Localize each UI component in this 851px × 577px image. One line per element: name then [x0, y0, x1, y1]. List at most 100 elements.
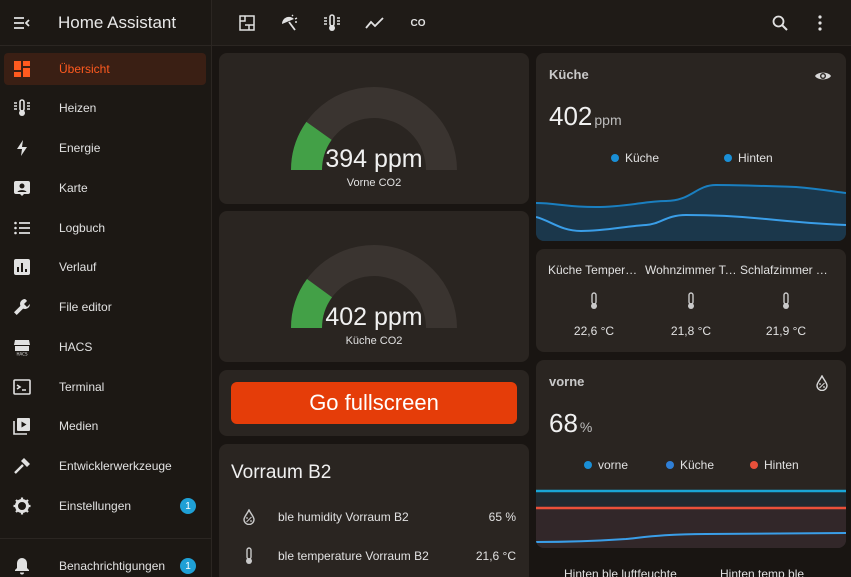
glance-value: 22,6 °C [573, 324, 615, 338]
sensor-history-graph [536, 183, 846, 241]
sidebar-item-label: Karte [59, 181, 88, 195]
floor-plan-icon[interactable] [232, 8, 262, 38]
entities-card-vorraum-b2: Vorraum B2 ble humidity Vorraum B2 65 % … [219, 444, 529, 577]
bell-icon [4, 550, 40, 577]
sidebar-item-label: Benachrichtigungen [59, 559, 166, 573]
account-box-icon [4, 172, 40, 204]
sidebar-item-medien[interactable]: Medien [4, 410, 206, 442]
legend-item-vorne[interactable]: vorne [584, 458, 628, 472]
thermometer-lines-icon [4, 92, 40, 124]
glance-item-schlafzimmer-temperatur[interactable]: Schlafzimmer Temperatur 21,9 °C [738, 249, 834, 339]
dashboard-icon [4, 53, 40, 85]
glance-item-kueche-temperatur[interactable]: Küche Temperatur 22,6 °C [546, 249, 642, 339]
sidebar-item-uebersicht[interactable]: Übersicht [4, 53, 206, 85]
sensor-value: 402 ppm [549, 101, 622, 131]
sidebar-item-karte[interactable]: Karte [4, 172, 206, 204]
toolbar: CO [212, 0, 851, 46]
hammer-icon [4, 450, 40, 482]
entity-name: ble humidity Vorraum B2 [278, 510, 409, 524]
legend-item-kueche[interactable]: Küche [666, 458, 714, 472]
sidebar-item-label: Terminal [59, 380, 105, 394]
search-icon[interactable] [765, 8, 795, 38]
sidebar-item-label: Logbuch [59, 221, 106, 235]
sensor-card-vorne[interactable]: vorne 68% vorne Küche Hinten [536, 360, 846, 548]
sidebar-item-label: Heizen [59, 101, 97, 115]
weather-icon[interactable] [274, 8, 304, 38]
menu-toggle-icon[interactable] [0, 0, 44, 46]
sidebar-item-terminal[interactable]: Terminal [4, 371, 206, 403]
sidebar-item-entwicklerwerkzeuge[interactable]: Entwicklerwerkzeuge [4, 450, 206, 482]
sensor-card-kueche[interactable]: Küche 402 ppm Küche Hinten [536, 53, 846, 241]
console-icon [4, 371, 40, 403]
sensor-history-graph [536, 489, 846, 548]
glance-name: Wohnzimmer Temperatur [645, 263, 739, 277]
chart-box-icon [4, 251, 40, 283]
thermometer-icon[interactable] [317, 8, 347, 38]
sidebar: Home Assistant Übersicht Heizen Energie … [0, 0, 212, 577]
gauge-name: Küche CO2 [345, 335, 403, 347]
play-box-multiple-icon [4, 410, 40, 442]
sidebar-item-logbuch[interactable]: Logbuch [4, 212, 206, 244]
app-title: Home Assistant [58, 12, 177, 32]
cog-icon [4, 490, 40, 522]
glance-name-hinten-luftfeuchte: Hinten ble luftfeuchte [564, 567, 677, 577]
chart-line-icon[interactable] [360, 8, 390, 38]
gauge-name: Vorne CO2 [346, 177, 402, 189]
wrench-icon [4, 291, 40, 323]
sidebar-item-label: Einstellungen [59, 499, 132, 513]
sidebar-item-einstellungen[interactable]: Einstellungen 1 [4, 490, 206, 522]
app-root: Home Assistant Übersicht Heizen Energie … [0, 0, 851, 577]
sidebar-item-label: HACS [59, 340, 93, 354]
sidebar-item-heizen[interactable]: Heizen [4, 92, 206, 124]
sidebar-divider [0, 538, 211, 539]
entity-row-humidity[interactable]: ble humidity Vorraum B2 65 % [219, 505, 529, 529]
gauge-value: 394 ppm [325, 145, 423, 173]
glance-name: Küche Temperatur [548, 263, 642, 277]
format-list-bulleted-icon [4, 212, 40, 244]
sensor-unit: % [579, 419, 593, 435]
sensor-value: 68% [549, 408, 593, 438]
sidebar-item-benachrichtigungen[interactable]: Benachrichtigungen 1 [4, 550, 206, 577]
entity-name: ble temperature Vorraum B2 [278, 549, 429, 563]
sidebar-item-file-editor[interactable]: File editor [4, 291, 206, 323]
sidebar-item-verlauf[interactable]: Verlauf [4, 251, 206, 283]
glance-name: Schlafzimmer Temperatur [740, 263, 834, 277]
thermometer-icon [237, 547, 261, 565]
gauge-card-kueche-co2[interactable]: 402 ppm Küche CO2 [219, 211, 529, 362]
glance-item-wohnzimmer-temperatur[interactable]: Wohnzimmer Temperatur 21,8 °C [643, 249, 739, 339]
eye-icon [814, 69, 832, 87]
sidebar-item-label: Energie [59, 141, 101, 155]
sidebar-item-label: Verlauf [59, 260, 97, 274]
thermometer-icon [643, 292, 739, 310]
go-fullscreen-button[interactable]: Go fullscreen [231, 382, 517, 424]
sidebar-header: Home Assistant [0, 0, 211, 46]
sidebar-item-hacs[interactable]: HACS HACS [4, 331, 206, 363]
thermometer-icon [738, 292, 834, 310]
water-percent-icon [816, 374, 828, 396]
hacs-icon: HACS [4, 331, 40, 363]
glance-value: 21,9 °C [765, 324, 807, 338]
gauge-card-vorne-co2[interactable]: 394 ppm Vorne CO2 [219, 53, 529, 204]
sensor-unit: ppm [594, 112, 622, 128]
entity-row-temperature[interactable]: ble temperature Vorraum B2 21,6 °C [219, 544, 529, 568]
settings-badge: 1 [180, 498, 196, 514]
sensor-name: vorne [549, 374, 585, 389]
dots-vertical-icon[interactable] [805, 8, 835, 38]
sidebar-item-label: File editor [59, 300, 112, 314]
legend-item-hinten[interactable]: Hinten [750, 458, 799, 472]
glance-card-temperatures: Küche Temperatur 22,6 °C Wohnzimmer Temp… [536, 249, 846, 352]
entity-value: 65 % [488, 510, 516, 524]
sensor-name: Küche [549, 67, 589, 82]
glance-value: 21,8 °C [670, 324, 712, 338]
lightning-bolt-icon [4, 132, 40, 164]
legend-item-kueche[interactable]: Küche [611, 151, 659, 165]
entity-value: 21,6 °C [475, 549, 516, 563]
svg-text:HACS: HACS [16, 352, 27, 357]
gauge-value: 402 ppm [325, 303, 423, 331]
sidebar-item-energie[interactable]: Energie [4, 132, 206, 164]
fullscreen-card: Go fullscreen [219, 370, 529, 436]
legend-item-hinten[interactable]: Hinten [724, 151, 773, 165]
co2-icon[interactable]: CO [403, 8, 433, 38]
card-title: Vorraum B2 [231, 462, 332, 483]
sidebar-item-label: Entwicklerwerkzeuge [59, 459, 172, 473]
